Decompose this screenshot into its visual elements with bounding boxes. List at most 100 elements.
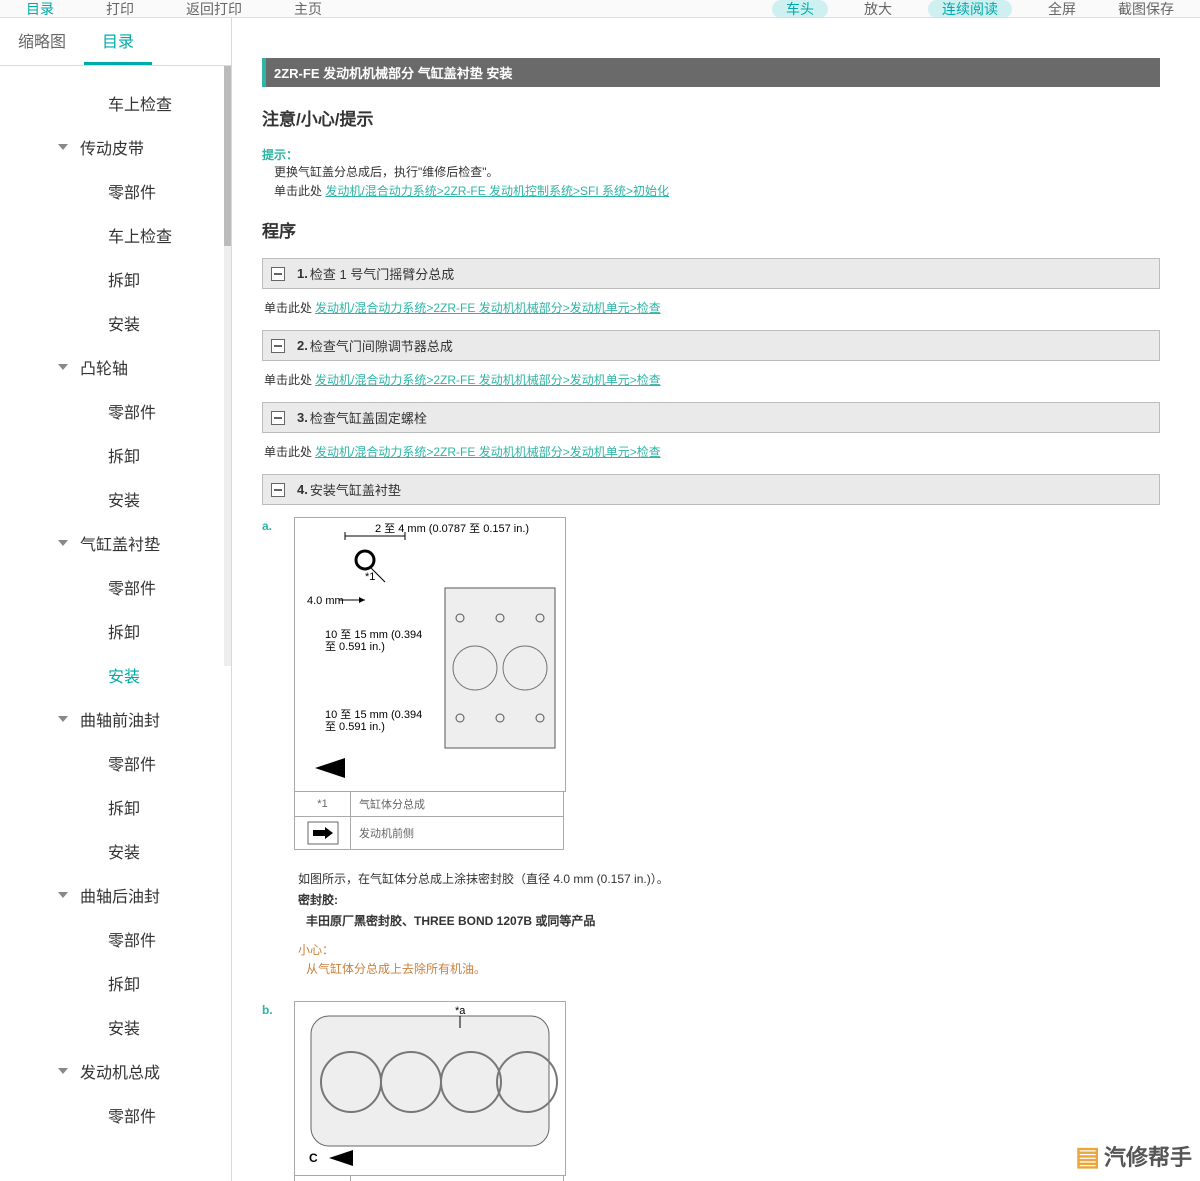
- caret-down-icon: [58, 892, 68, 898]
- sublink-prefix: 单击此处: [264, 445, 312, 459]
- tbl-key-arrow: [295, 817, 351, 849]
- caution-text: 从气缸体分总成上去除所有机油。: [306, 960, 1160, 977]
- toc-item[interactable]: 车上检查: [0, 213, 231, 257]
- toc-item[interactable]: 零部件: [0, 565, 231, 609]
- collapse-icon[interactable]: [271, 267, 285, 281]
- tbl-key: *a: [295, 1176, 351, 1181]
- toc-item[interactable]: 拆卸: [0, 961, 231, 1005]
- seal-text: 丰田原厂黑密封胶、THREE BOND 1207B 或同等产品: [306, 912, 1160, 929]
- tbl-key: *1: [295, 792, 351, 816]
- topnav-item[interactable]: 主页: [288, 0, 328, 18]
- step-no: 3.: [297, 410, 308, 425]
- toc-label: 发动机总成: [80, 1059, 160, 1083]
- toc-item[interactable]: 零部件: [0, 389, 231, 433]
- seal-label: 密封胶:: [298, 893, 338, 907]
- seal-label-line: 密封胶:: [298, 891, 1160, 908]
- step-title: 安装气缸盖衬垫: [310, 480, 401, 499]
- svg-text:*a: *a: [455, 1005, 466, 1017]
- toc-item[interactable]: 安装: [0, 477, 231, 521]
- tbl-val: 发动机前侧: [351, 817, 563, 849]
- toc-group-engine-assy[interactable]: 发动机总成: [0, 1049, 231, 1093]
- step-title: 检查气缸盖固定螺栓: [310, 408, 427, 427]
- toc-item[interactable]: 安装: [0, 1005, 231, 1049]
- caution-label: 小心：: [298, 941, 1160, 958]
- toc-item[interactable]: 安装: [0, 301, 231, 345]
- inline-link[interactable]: 发动机/混合动力系统>2ZR-FE 发动机机械部分>发动机单元>检查: [315, 445, 661, 459]
- tbl-val: 气缸体分总成: [351, 792, 563, 816]
- toc-label: 气缸盖衬垫: [80, 531, 160, 555]
- figure-letter: a.: [262, 517, 280, 850]
- toc-item[interactable]: 零部件: [0, 917, 231, 961]
- section-procedure: 程序: [262, 217, 1160, 242]
- step-title: 检查气门间隙调节器总成: [310, 336, 453, 355]
- svg-text:至 0.591 in.): 至 0.591 in.): [325, 641, 385, 653]
- topnav-item[interactable]: 打印: [100, 0, 140, 18]
- tab-toc[interactable]: 目录: [84, 18, 152, 65]
- step-sublink: 单击此处发动机/混合动力系统>2ZR-FE 发动机机械部分>发动机单元>检查: [264, 443, 1160, 460]
- svg-text:10 至 15 mm (0.394: 10 至 15 mm (0.394: [325, 709, 422, 721]
- caret-down-icon: [58, 144, 68, 150]
- caret-down-icon: [58, 716, 68, 722]
- toc-item[interactable]: 拆卸: [0, 257, 231, 301]
- step-title: 检查 1 号气门摇臂分总成: [310, 264, 454, 283]
- sublink-prefix: 单击此处: [264, 373, 312, 387]
- toc-group-drivebelt[interactable]: 传动皮带: [0, 125, 231, 169]
- topnav-pill[interactable]: 车头: [772, 0, 828, 18]
- toc-label: 凸轮轴: [80, 355, 128, 379]
- step-sublink: 单击此处发动机/混合动力系统>2ZR-FE 发动机机械部分>发动机单元>检查: [264, 299, 1160, 316]
- collapse-icon[interactable]: [271, 411, 285, 425]
- watermark-logo: ▤汽修帮手: [980, 1131, 1200, 1181]
- toc-item[interactable]: 车上检查: [0, 81, 231, 125]
- caret-down-icon: [58, 540, 68, 546]
- inline-link[interactable]: 发动机/混合动力系统>2ZR-FE 发动机机械部分>发动机单元>检查: [315, 301, 661, 315]
- step-bar-4[interactable]: 4.安装气缸盖衬垫: [262, 474, 1160, 505]
- toc-item[interactable]: 拆卸: [0, 433, 231, 477]
- inline-link[interactable]: 发动机/混合动力系统>2ZR-FE 发动机机械部分>发动机单元>检查: [315, 373, 661, 387]
- collapse-icon[interactable]: [271, 483, 285, 497]
- toc-group-camshaft[interactable]: 凸轮轴: [0, 345, 231, 389]
- step-bar-1[interactable]: 1.检查 1 号气门摇臂分总成: [262, 258, 1160, 289]
- toc-tree: 车上检查 传动皮带 零部件 车上检查 拆卸 安装 凸轮轴 零部件 拆卸 安装 气…: [0, 66, 231, 1177]
- hint-line: 单击此处 发动机/混合动力系统>2ZR-FE 发动机控制系统>SFI 系统>初始…: [274, 182, 1160, 201]
- section-notice: 注意/小心/提示: [262, 105, 1160, 130]
- step-sublink: 单击此处发动机/混合动力系统>2ZR-FE 发动机机械部分>发动机单元>检查: [264, 371, 1160, 388]
- toc-item[interactable]: 零部件: [0, 741, 231, 785]
- document-content: 2ZR-FE 发动机机械部分 气缸盖衬垫 安装 注意/小心/提示 提示： 更换气…: [232, 18, 1200, 1181]
- step-bar-2[interactable]: 2.检查气门间隙调节器总成: [262, 330, 1160, 361]
- toc-label: 传动皮带: [80, 135, 144, 159]
- topnav-item[interactable]: 返回打印: [180, 0, 248, 18]
- toc-group-front-seal[interactable]: 曲轴前油封: [0, 697, 231, 741]
- svg-text:2 至 4 mm (0.0787 至 0.157 in.): 2 至 4 mm (0.0787 至 0.157 in.): [375, 523, 529, 535]
- figure-b-diagram: *a C: [294, 1001, 566, 1176]
- tab-thumbnail[interactable]: 缩略图: [0, 18, 84, 65]
- toc-item[interactable]: 拆卸: [0, 785, 231, 829]
- sublink-prefix: 单击此处: [264, 301, 312, 315]
- logo-icon: ▤: [1075, 1141, 1100, 1172]
- svg-text:10 至 15 mm (0.394: 10 至 15 mm (0.394: [325, 629, 422, 641]
- scrollbar-thumb[interactable]: [224, 66, 231, 246]
- toc-item[interactable]: 安装: [0, 829, 231, 873]
- toc-group-head-gasket[interactable]: 气缸盖衬垫: [0, 521, 231, 565]
- toc-group-rear-seal[interactable]: 曲轴后油封: [0, 873, 231, 917]
- toc-item[interactable]: 零部件: [0, 169, 231, 213]
- figure-letter: b.: [262, 1001, 280, 1181]
- step-bar-3[interactable]: 3.检查气缸盖固定螺栓: [262, 402, 1160, 433]
- collapse-icon[interactable]: [271, 339, 285, 353]
- doc-titlebar: 2ZR-FE 发动机机械部分 气缸盖衬垫 安装: [262, 58, 1160, 87]
- toc-item[interactable]: 拆卸: [0, 609, 231, 653]
- topnav-item[interactable]: 截图保存: [1112, 0, 1180, 18]
- paragraph: 如图所示，在气缸体分总成上涂抹密封胶（直径 4.0 mm (0.157 in.)…: [298, 870, 1160, 887]
- hint-label: 提示：: [262, 148, 298, 162]
- topnav-item[interactable]: 全屏: [1042, 0, 1082, 18]
- toc-item[interactable]: 零部件: [0, 1093, 231, 1137]
- topnav-item[interactable]: 放大: [858, 0, 898, 18]
- topnav-item[interactable]: 目录: [20, 0, 60, 18]
- inline-link[interactable]: 发动机/混合动力系统>2ZR-FE 发动机控制系统>SFI 系统>初始化: [325, 184, 669, 198]
- sidebar-tabs: 缩略图 目录: [0, 18, 231, 66]
- svg-text:4.0 mm: 4.0 mm: [307, 595, 344, 607]
- step-no: 1.: [297, 266, 308, 281]
- toc-item-active[interactable]: 安装: [0, 653, 231, 697]
- topnav-pill[interactable]: 连续阅读: [928, 0, 1012, 18]
- caret-down-icon: [58, 364, 68, 370]
- figure-b-table: *a批次号: [294, 1176, 564, 1181]
